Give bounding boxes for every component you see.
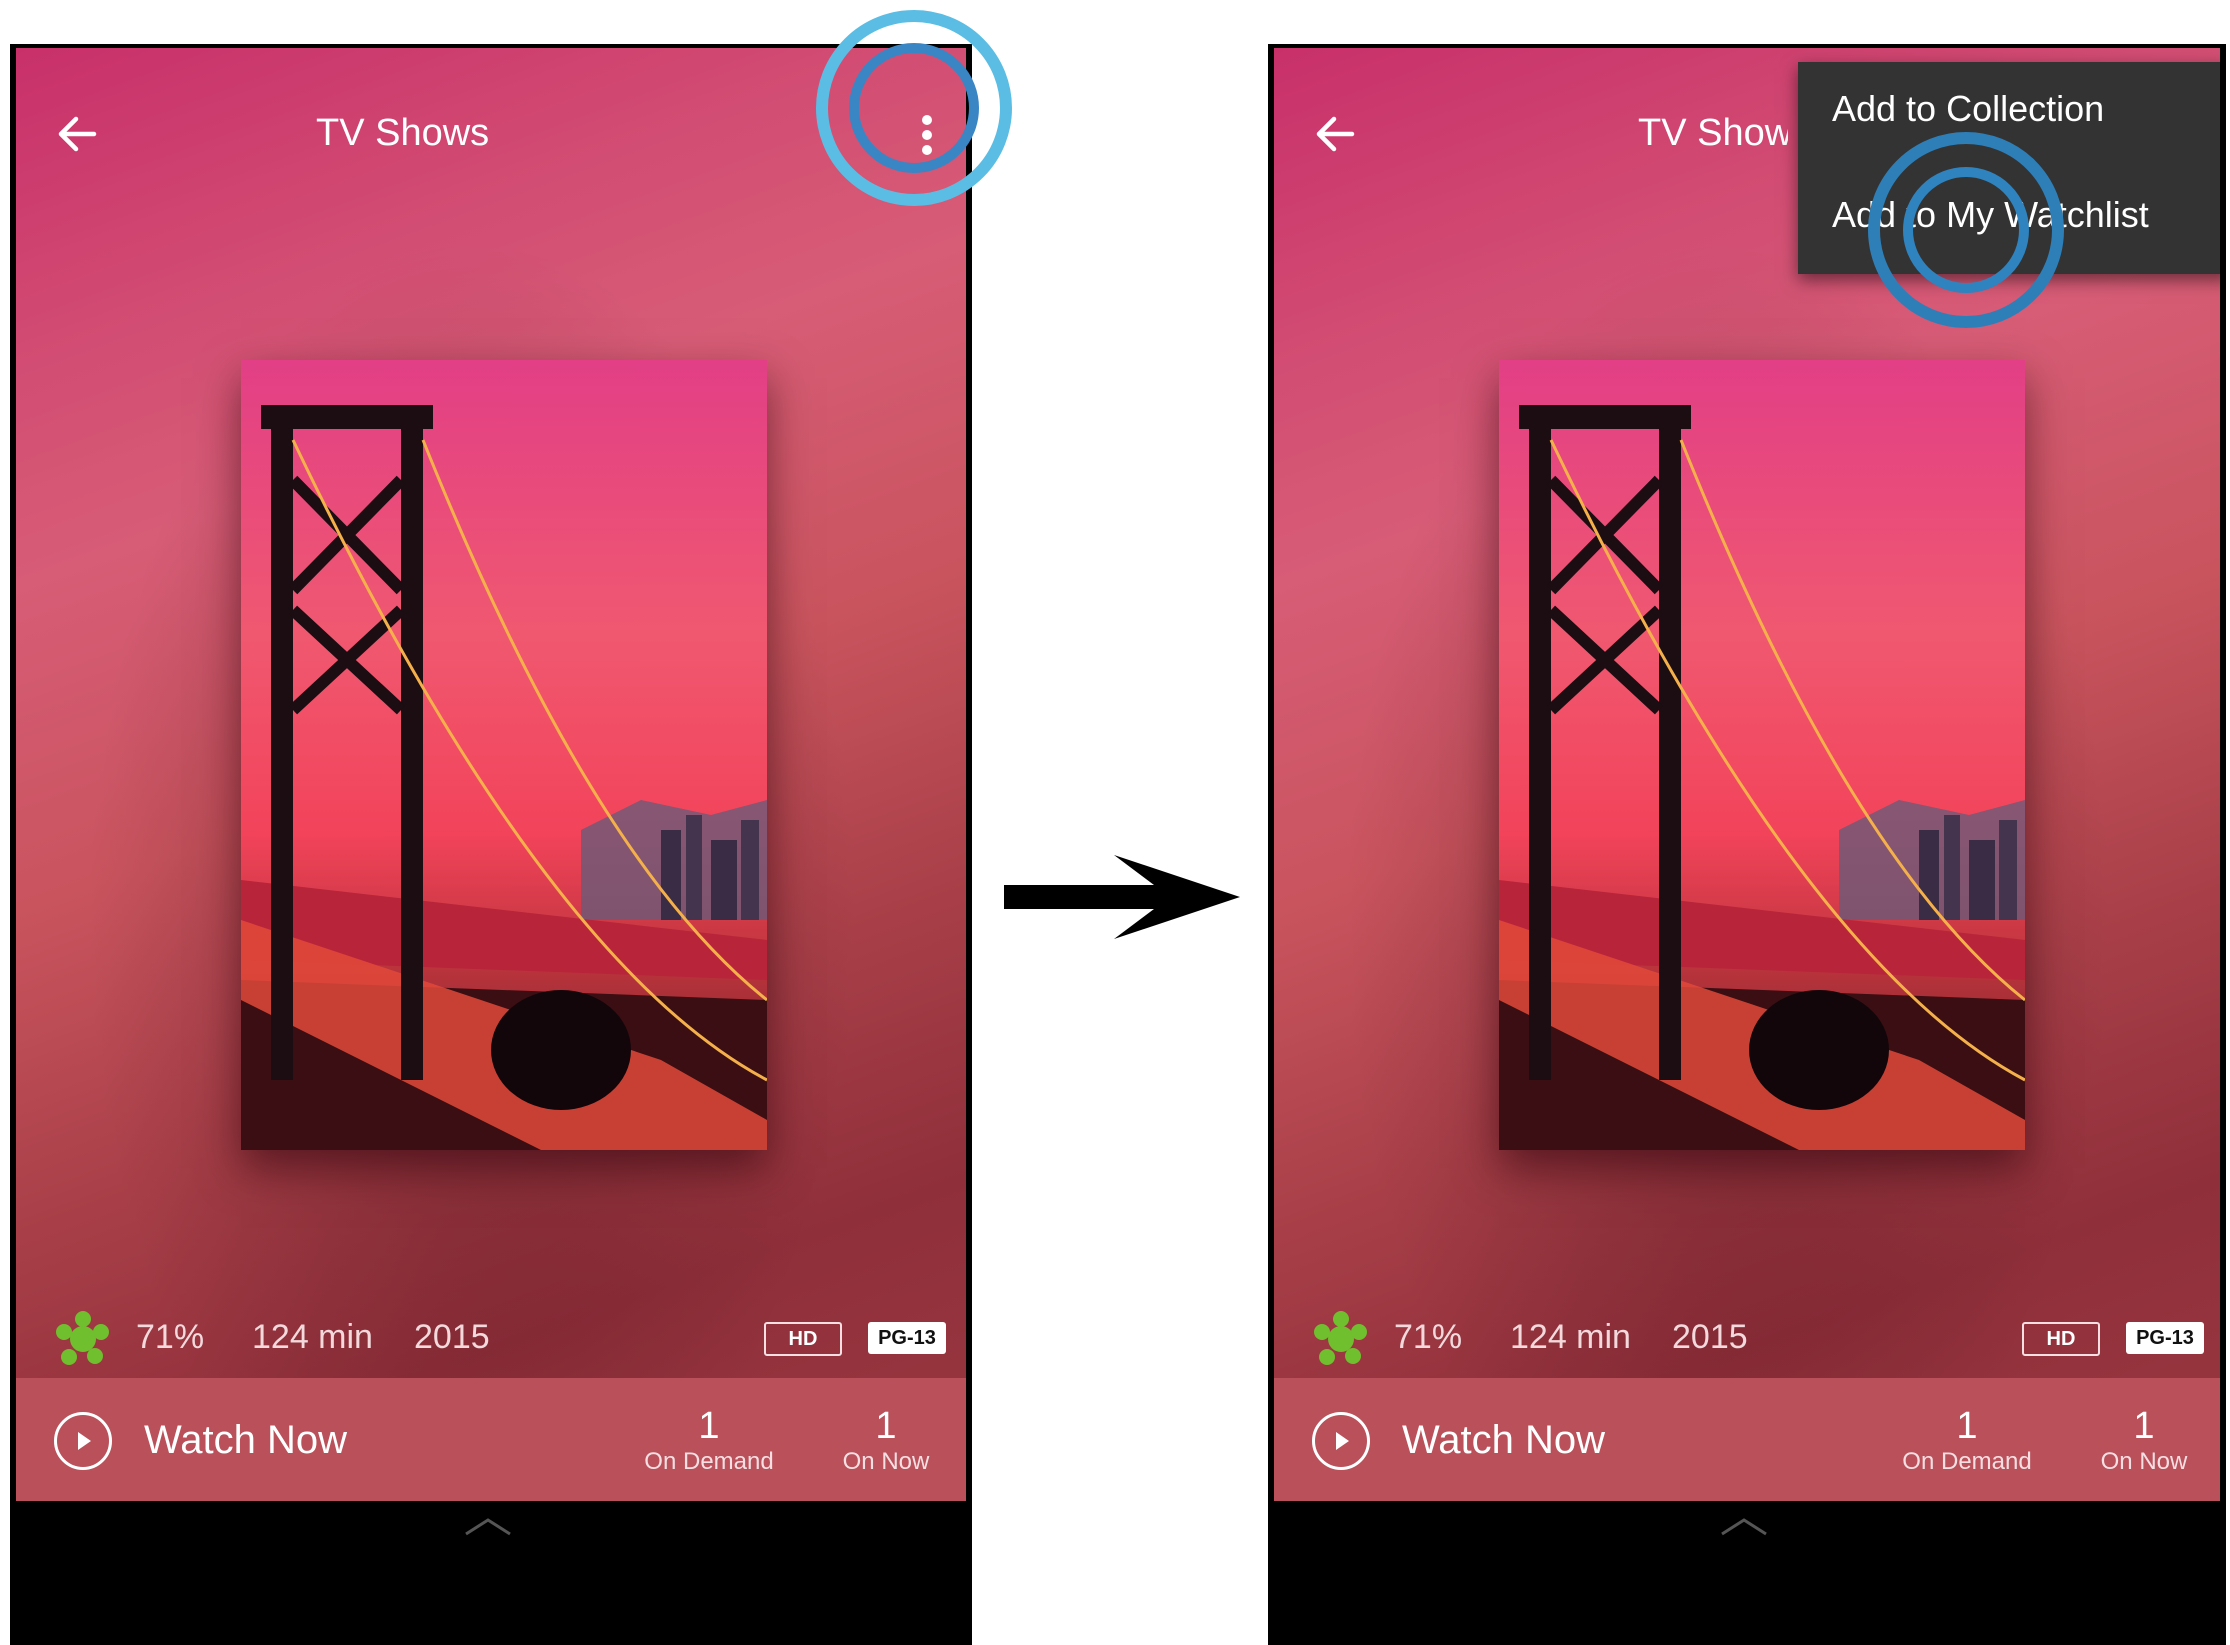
year-value: 2015 — [1672, 1318, 1748, 1356]
on-demand-stat[interactable]: 1 On Demand — [1882, 1404, 2052, 1476]
watch-now-bar[interactable]: Watch Now 1 On Demand 1 On Now — [16, 1378, 966, 1501]
back-arrow-icon[interactable] — [50, 106, 106, 162]
phone-screen-after: TV Shows — [1268, 44, 2226, 1645]
score-splat-icon — [56, 1311, 109, 1365]
on-now-stat[interactable]: 1 On Now — [816, 1404, 956, 1476]
chevron-up-icon[interactable] — [458, 1512, 518, 1542]
watch-now-bar[interactable]: Watch Now 1 On Demand 1 On Now — [1274, 1378, 2220, 1501]
chevron-up-icon[interactable] — [1714, 1512, 1774, 1542]
on-now-count: 1 — [2133, 1405, 2155, 1447]
on-now-stat[interactable]: 1 On Now — [2074, 1404, 2214, 1476]
meta-row: 71% 124 min 2015 HD PG-13 — [54, 1310, 954, 1370]
detail-screen: TV Shows — [16, 48, 966, 1501]
runtime-value: 124 min — [252, 1318, 373, 1356]
play-icon[interactable] — [54, 1412, 112, 1470]
rating-badge: PG-13 — [868, 1322, 946, 1354]
menu-item-add-to-collection[interactable]: Add to Collection — [1832, 86, 2104, 132]
phone-screen-before: TV Shows 71% 124 min 2015 HD PG-13 Watch… — [10, 44, 972, 1645]
on-now-label: On Now — [842, 1448, 930, 1475]
on-demand-stat[interactable]: 1 On Demand — [624, 1404, 794, 1476]
year-value: 2015 — [414, 1318, 490, 1356]
watch-now-label[interactable]: Watch Now — [144, 1418, 347, 1463]
on-now-label: On Now — [2100, 1448, 2188, 1475]
score-value: 71% — [136, 1318, 205, 1356]
on-demand-label: On Demand — [1902, 1448, 2032, 1475]
page-title: TV Shows — [316, 112, 490, 154]
score-value: 71% — [1394, 1318, 1463, 1356]
poster-image[interactable] — [241, 360, 767, 1150]
watch-now-label[interactable]: Watch Now — [1402, 1418, 1605, 1463]
hd-badge: HD — [764, 1322, 842, 1356]
meta-row: 71% 124 min 2015 HD PG-13 — [1312, 1310, 2212, 1370]
overflow-menu: Add to Collection Add to My Watchlist — [1798, 62, 2220, 274]
runtime-value: 124 min — [1510, 1318, 1631, 1356]
hd-badge: HD — [2022, 1322, 2100, 1356]
on-demand-label: On Demand — [644, 1448, 774, 1475]
menu-item-add-to-watchlist[interactable]: Add to My Watchlist — [1832, 192, 2149, 238]
rating-badge: PG-13 — [2126, 1322, 2204, 1354]
more-vert-icon[interactable] — [896, 104, 958, 166]
play-icon[interactable] — [1312, 1412, 1370, 1470]
score-splat-icon — [1314, 1311, 1367, 1365]
detail-screen: TV Shows — [1274, 48, 2220, 1501]
back-arrow-icon[interactable] — [1308, 106, 1364, 162]
transition-arrow-icon — [1004, 855, 1240, 939]
on-demand-count: 1 — [1956, 1405, 1978, 1447]
page-title: TV Shows — [1638, 112, 1788, 154]
poster-image[interactable] — [1499, 360, 2025, 1150]
on-now-count: 1 — [875, 1405, 897, 1447]
on-demand-count: 1 — [698, 1405, 720, 1447]
